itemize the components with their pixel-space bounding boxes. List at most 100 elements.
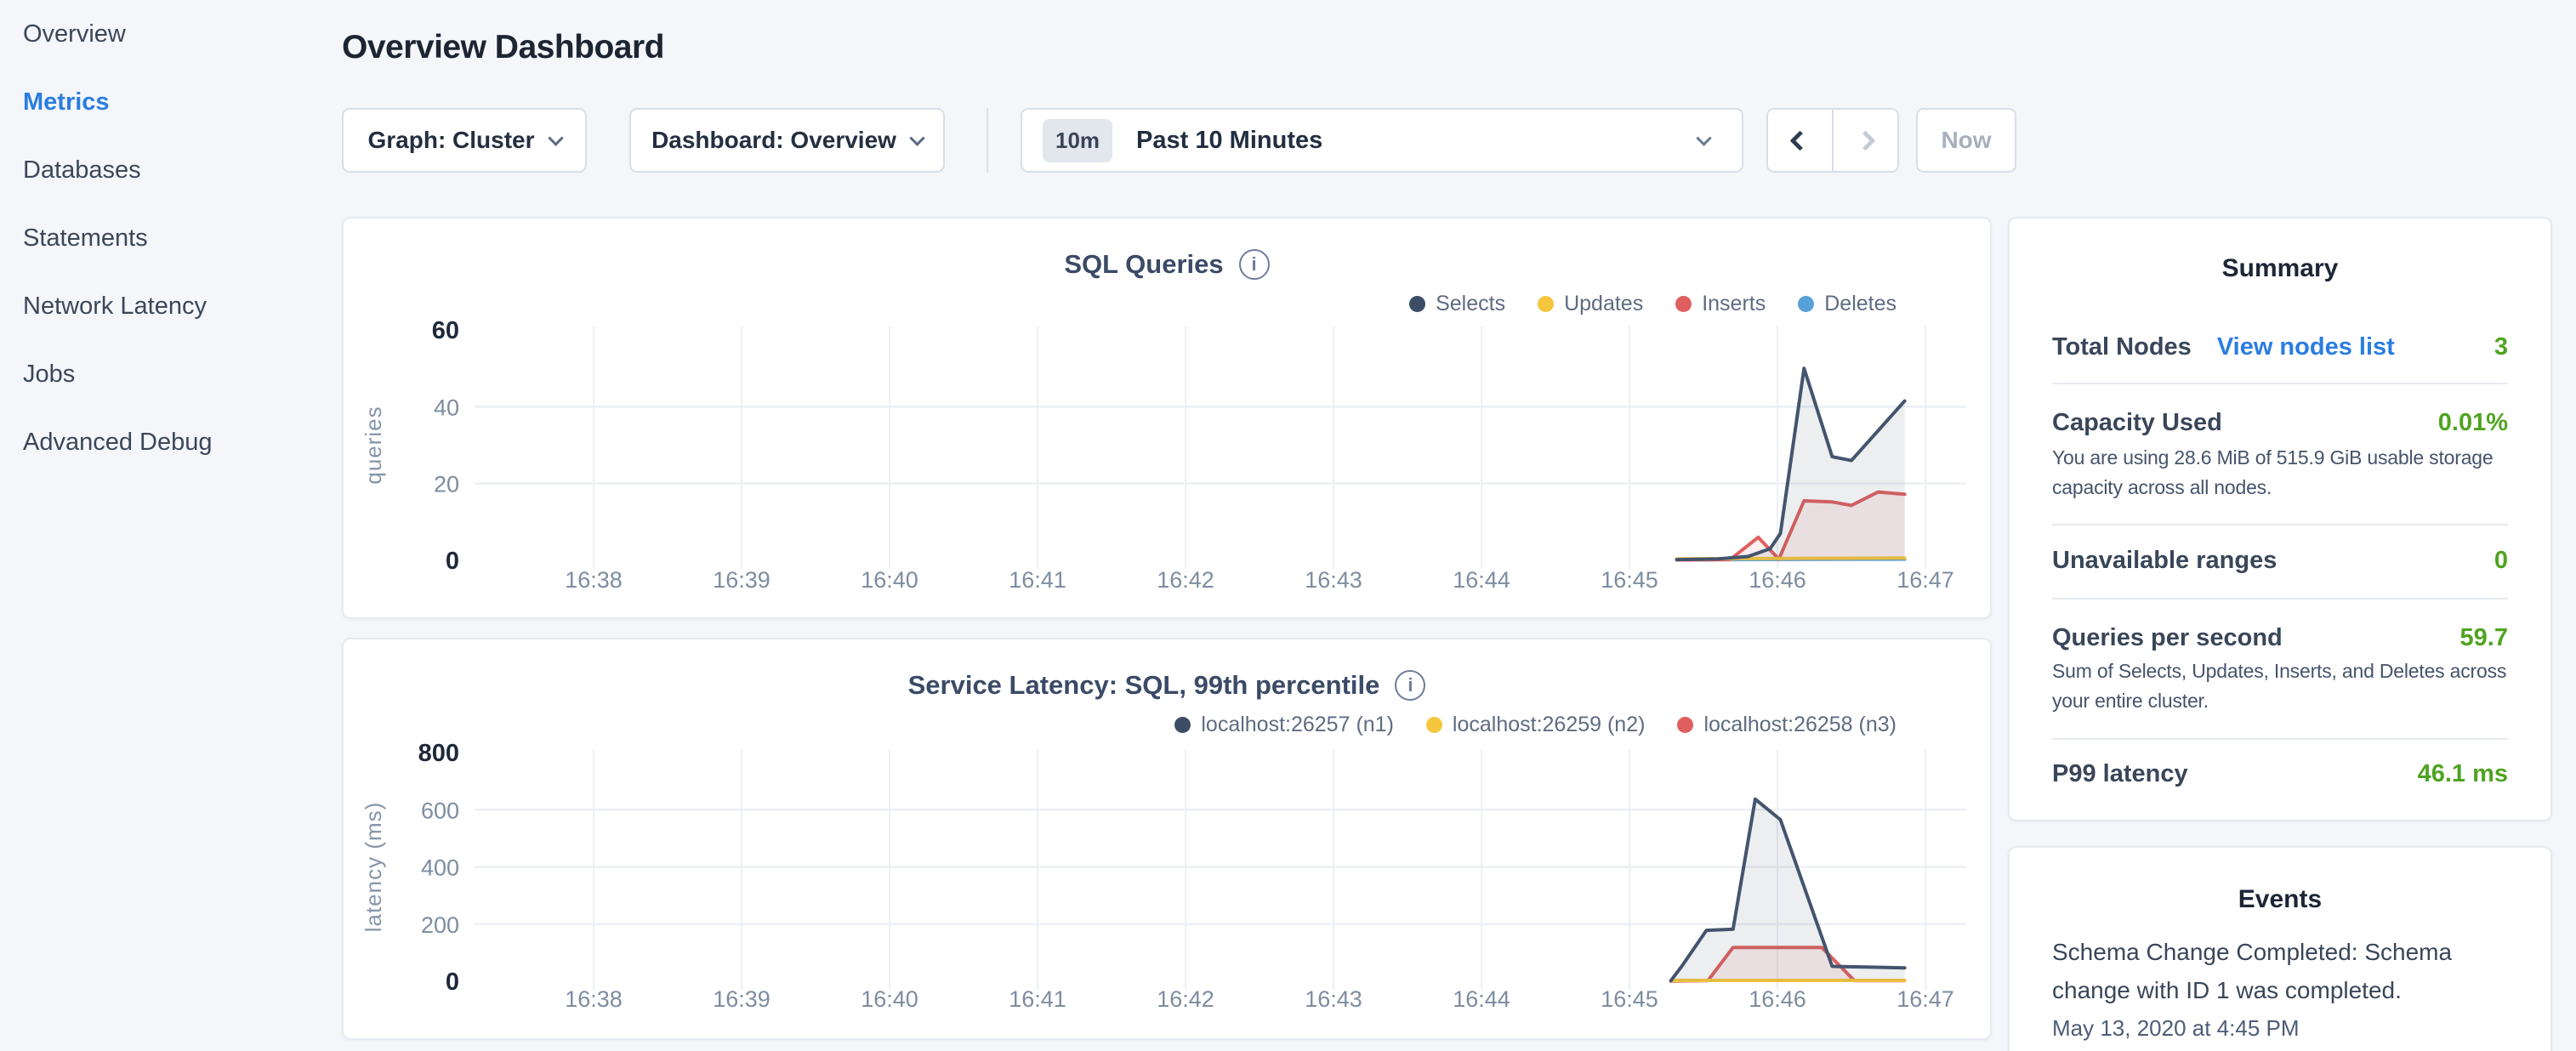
legend-label: Selects: [1436, 292, 1505, 316]
svg-text:16:45: 16:45: [1601, 986, 1658, 1012]
svg-text:16:38: 16:38: [565, 986, 623, 1012]
svg-text:16:46: 16:46: [1749, 567, 1806, 593]
qps-description: Sum of Selects, Updates, Inserts, and De…: [2052, 656, 2525, 716]
chevron-left-icon: [1789, 130, 1810, 151]
page-title: Overview Dashboard: [342, 26, 664, 70]
sidebar-item-statements[interactable]: Statements: [0, 204, 340, 272]
time-forward-button[interactable]: [1834, 110, 1897, 171]
divider: [2052, 738, 2508, 740]
chart-header: SQL Queries: [344, 249, 1990, 280]
graph-scope-label: Graph: Cluster: [367, 127, 534, 154]
chart-title: Service Latency: SQL, 99th percentile: [908, 670, 1380, 701]
controls-bar: Graph: Cluster Dashboard: Overview 10m P…: [342, 108, 1992, 173]
svg-text:16:42: 16:42: [1157, 567, 1214, 593]
chevron-down-icon: [1696, 130, 1711, 145]
svg-text:40: 40: [434, 395, 459, 420]
p99-latency-value: 46.1 ms: [2418, 760, 2508, 788]
now-button[interactable]: Now: [1916, 108, 2016, 173]
svg-text:16:45: 16:45: [1601, 567, 1658, 593]
legend-item-deletes: Deletes: [1798, 292, 1896, 316]
unavailable-ranges-value: 0: [2494, 547, 2508, 575]
sidebar-item-overview[interactable]: Overview: [0, 0, 340, 68]
summary-panel: Summary Total Nodes View nodes list 3 Ca…: [2008, 217, 2552, 821]
capacity-used-label: Capacity Used: [2052, 409, 2222, 437]
event-item[interactable]: Schema Change Completed: Schema change w…: [2052, 933, 2460, 1009]
time-range-picker[interactable]: 10m Past 10 Minutes: [1021, 108, 1743, 173]
svg-text:400: 400: [421, 855, 459, 881]
legend-item-inserts: Inserts: [1675, 292, 1766, 316]
svg-text:0: 0: [446, 548, 459, 575]
qps-value: 59.7: [2460, 624, 2508, 652]
sidebar-item-network-latency[interactable]: Network Latency: [0, 272, 340, 340]
svg-text:16:39: 16:39: [713, 986, 771, 1012]
legend-label: Deletes: [1824, 292, 1896, 316]
svg-text:queries: queries: [361, 406, 386, 484]
chevron-right-icon: [1855, 130, 1875, 151]
capacity-used-value: 0.01%: [2438, 409, 2508, 437]
svg-text:16:46: 16:46: [1749, 986, 1806, 1012]
sidebar-item-metrics[interactable]: Metrics: [0, 68, 340, 136]
time-range-label: Past 10 Minutes: [1136, 127, 1322, 155]
dashboard-label: Dashboard: Overview: [651, 127, 896, 154]
time-range-badge: 10m: [1043, 119, 1112, 162]
chevron-down-icon: [548, 130, 563, 145]
legend-dot: [1174, 717, 1191, 733]
summary-row-qps: Queries per second 59.7: [2052, 621, 2508, 655]
svg-text:16:39: 16:39: [713, 567, 771, 593]
summary-row-total-nodes: Total Nodes View nodes list 3: [2052, 330, 2508, 364]
chart-header: Service Latency: SQL, 99th percentile: [344, 670, 1990, 701]
dashboard-dropdown[interactable]: Dashboard: Overview: [629, 108, 945, 173]
svg-text:16:44: 16:44: [1453, 986, 1510, 1012]
svg-text:16:41: 16:41: [1009, 986, 1066, 1012]
legend-dot: [1798, 296, 1814, 312]
divider: [2052, 383, 2508, 384]
sql-queries-chart[interactable]: 16:3816:3916:4016:4116:4216:4316:4416:45…: [344, 316, 1993, 610]
total-nodes-label: Total Nodes: [2052, 333, 2192, 361]
svg-text:16:40: 16:40: [861, 986, 918, 1012]
events-panel: Events Schema Change Completed: Schema c…: [2008, 846, 2552, 1051]
svg-text:200: 200: [421, 912, 459, 938]
sidebar-item-jobs[interactable]: Jobs: [0, 340, 340, 408]
events-title: Events: [2010, 885, 2550, 914]
graph-scope-dropdown[interactable]: Graph: Cluster: [342, 108, 587, 173]
svg-text:16:43: 16:43: [1305, 986, 1362, 1012]
view-nodes-list-link[interactable]: View nodes list: [2217, 333, 2395, 361]
svg-text:20: 20: [434, 472, 459, 497]
info-icon[interactable]: [1239, 249, 1270, 280]
summary-title: Summary: [2010, 254, 2550, 283]
chart-legend: Selects Updates Inserts Deletes: [1409, 292, 1896, 316]
chevron-down-icon: [909, 130, 924, 145]
svg-text:600: 600: [421, 798, 459, 823]
svg-text:16:47: 16:47: [1896, 567, 1954, 593]
unavailable-ranges-label: Unavailable ranges: [2052, 547, 2277, 575]
sidebar-item-advanced-debug[interactable]: Advanced Debug: [0, 408, 340, 476]
svg-text:16:42: 16:42: [1157, 986, 1214, 1012]
service-latency-chart[interactable]: 16:38 16:39 16:40 16:41 16:42 16:43 16:44 16:45…: [344, 733, 1993, 1026]
svg-text:16:47: 16:47: [1896, 986, 1954, 1012]
controls-divider: [987, 108, 988, 173]
legend-dot: [1677, 717, 1693, 733]
divider: [2052, 524, 2508, 526]
svg-text:60: 60: [432, 317, 459, 344]
chart-title: SQL Queries: [1064, 249, 1223, 280]
legend-label: Updates: [1564, 292, 1643, 316]
time-nav-group: [1766, 108, 1899, 173]
svg-text:16:44: 16:44: [1453, 567, 1510, 593]
time-back-button[interactable]: [1768, 110, 1834, 171]
legend-dot: [1409, 296, 1425, 312]
legend-dot: [1538, 296, 1554, 312]
summary-row-p99: P99 latency 46.1 ms: [2052, 757, 2508, 791]
svg-text:16:40: 16:40: [861, 567, 918, 593]
capacity-description: You are using 28.6 MiB of 515.9 GiB usab…: [2052, 443, 2525, 503]
p99-latency-label: P99 latency: [2052, 760, 2188, 788]
qps-label: Queries per second: [2052, 624, 2283, 652]
svg-text:16:41: 16:41: [1009, 567, 1066, 593]
main-content: Overview Dashboard Graph: Cluster Dashbo…: [342, 0, 1992, 1051]
sidebar-item-databases[interactable]: Databases: [0, 136, 340, 204]
sidebar: Overview Metrics Databases Statements Ne…: [0, 0, 340, 1051]
event-timestamp: May 13, 2020 at 4:45 PM: [2052, 1015, 2300, 1042]
db-console-page: Overview Metrics Databases Statements Ne…: [0, 0, 2576, 1051]
sql-queries-chart-card: SQL Queries Selects Updates Inserts Dele…: [342, 217, 1992, 619]
info-icon[interactable]: [1395, 670, 1425, 701]
divider: [2052, 598, 2508, 599]
